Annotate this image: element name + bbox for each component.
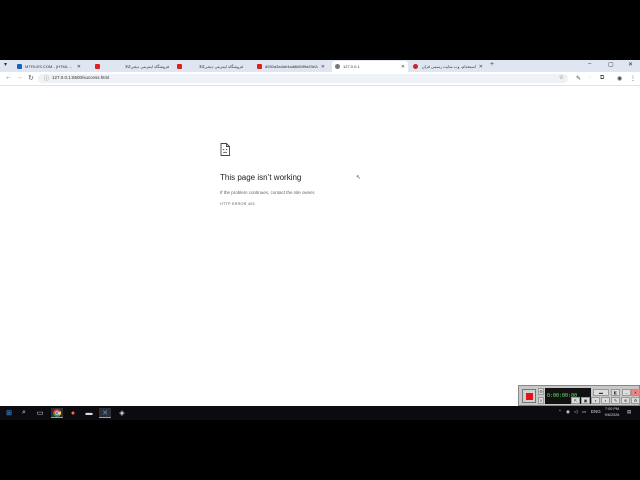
close-tab-icon[interactable]: ✕	[77, 64, 81, 70]
vscode-app-icon[interactable]: ✕	[99, 408, 111, 418]
extensions-puzzle-icon[interactable]: ⧉	[600, 75, 604, 82]
tab-search-icon[interactable]: ▾	[4, 61, 7, 68]
clock-date: 9/6/2026	[604, 412, 620, 417]
battery-icon[interactable]: ▭	[582, 409, 586, 415]
camera-icon[interactable]: ▣	[581, 397, 590, 404]
tab-favicon-icon	[413, 64, 418, 69]
tab-favicon-icon	[257, 64, 262, 69]
tab-favicon-icon	[95, 64, 100, 69]
close-tab-icon[interactable]: ✕	[401, 64, 405, 70]
recorder-info-strip: ▬	[593, 389, 609, 396]
minimize-button[interactable]: –	[588, 61, 591, 67]
start-windows-icon[interactable]: ⊞	[3, 408, 15, 418]
error-title: This page isn’t working	[220, 173, 302, 182]
page-content: This page isn’t working If the problem c…	[0, 87, 640, 406]
task-view-icon[interactable]: ▭	[34, 408, 46, 418]
site-info-icon[interactable]: ⓘ	[44, 75, 49, 82]
cursor-toggle-icon[interactable]: ⇱	[571, 397, 580, 404]
screen: MTFILES.COM - (HTML ... ✕ فروشگاه اینترن…	[0, 0, 640, 480]
forward-icon[interactable]: →	[16, 74, 23, 81]
address-url: 127.0.0.1:5500/success.html	[52, 75, 110, 80]
tab-active[interactable]: 127.0.0.1 ✕	[332, 61, 408, 72]
close-window-button[interactable]: ✕	[628, 61, 633, 68]
search-icon[interactable]: ⌕	[18, 408, 30, 418]
tab-favicon-icon	[177, 64, 182, 69]
extension-icon[interactable]: ◌	[588, 75, 592, 81]
maximize-button[interactable]: ▢	[608, 61, 614, 68]
extension-pen-icon[interactable]: ✎	[576, 75, 581, 82]
speaker-icon[interactable]: ◗	[601, 397, 610, 404]
draw-icon[interactable]: ✎	[611, 397, 620, 404]
tab[interactable]: d550a3a4de4ad8680f9a93e2cc... ✕	[254, 61, 328, 72]
tab[interactable]: فروشگاه اینترنتی دیجی‌کالا	[114, 61, 172, 72]
browser-window: MTFILES.COM - (HTML ... ✕ فروشگاه اینترن…	[0, 60, 640, 406]
close-tab-icon[interactable]: ✕	[479, 64, 483, 70]
chrome-icon	[53, 408, 61, 417]
tab-title: فروشگاه اینترنتی دیجی‌کالا	[199, 64, 243, 69]
record-icon	[526, 393, 533, 400]
tab[interactable]: MTFILES.COM - (HTML ... ✕	[14, 61, 84, 72]
reload-icon[interactable]: ↻	[28, 74, 34, 82]
menu-kebab-icon[interactable]: ⋮	[630, 75, 636, 82]
tray-overflow-icon[interactable]: ⌃	[558, 409, 562, 415]
mouse-cursor-icon: ↖	[356, 175, 362, 181]
profile-avatar-icon[interactable]: ◉	[617, 75, 622, 82]
zoom-icon[interactable]: ⊕	[621, 397, 630, 404]
pause-icon[interactable]: ॥	[538, 397, 544, 404]
tab-title: 127.0.0.1	[343, 64, 360, 69]
volume-icon[interactable]: ◁	[574, 409, 577, 415]
terminal-app-icon[interactable]: ▬	[83, 408, 95, 418]
tab[interactable]: فروشگاه اینترنتی دیجی‌کالا	[174, 61, 246, 72]
error-code: HTTP ERROR 405	[220, 202, 255, 206]
microphone-icon[interactable]: ◖	[591, 397, 600, 404]
tab-favicon-icon	[17, 64, 22, 69]
chrome-app-icon[interactable]	[51, 408, 63, 418]
tab-favicon-icon	[335, 64, 340, 69]
record-button[interactable]	[522, 389, 536, 403]
network-icon[interactable]: ◉	[566, 409, 570, 415]
address-bar[interactable]: ⓘ 127.0.0.1:5500/success.html ☆	[38, 74, 568, 83]
close-tab-icon[interactable]: ✕	[321, 64, 325, 70]
minimize-icon[interactable]: –	[622, 389, 631, 396]
browser-toolbar: ← → ↻ ⓘ 127.0.0.1:5500/success.html ☆ ✎ …	[0, 72, 640, 86]
tab-title: d550a3a4de4ad8680f9a93e2cc...	[265, 64, 318, 69]
screen-recorder-widget: ⚙ ॥ 0:00:00:00 ▬ ◧ – ✕ ⇱ ▣ ◖ ◗ ✎ ⊕ ⚙	[518, 385, 640, 406]
close-icon[interactable]: ✕	[631, 389, 640, 396]
tab[interactable]	[92, 61, 112, 72]
tab-strip: MTFILES.COM - (HTML ... ✕ فروشگاه اینترن…	[0, 60, 640, 72]
recorder-toggle-icon[interactable]: ◧	[611, 389, 620, 396]
firefox-app-icon[interactable]: ●	[67, 408, 79, 418]
notification-icon[interactable]: ▤	[627, 409, 631, 415]
recorder-app-icon[interactable]: ◈	[116, 408, 128, 418]
new-tab-button[interactable]: +	[490, 61, 494, 68]
settings-icon[interactable]: ⚙	[538, 388, 544, 395]
tab-title: فروشگاه اینترنتی دیجی‌کالا	[125, 64, 169, 69]
bookmark-star-icon[interactable]: ☆	[559, 74, 564, 81]
tab[interactable]: استخدام، وب سایت رسمی قران ✕	[410, 61, 486, 72]
sad-page-icon	[220, 143, 230, 156]
recorder-settings-icon[interactable]: ⚙	[631, 397, 640, 404]
back-icon[interactable]: ←	[5, 74, 12, 81]
tab-title: استخدام، وب سایت رسمی قران	[421, 64, 476, 69]
taskbar: ⊞ ⌕ ▭ ● ▬ ✕ ◈ ⌃ ◉ ◁ ▭ ENG 7:00 PM 9/6/20…	[0, 406, 640, 420]
clock[interactable]: 7:00 PM 9/6/2026	[600, 407, 624, 418]
tab-title: MTFILES.COM - (HTML ...	[25, 64, 73, 69]
error-message: If the problem continues, contact the si…	[220, 190, 316, 195]
